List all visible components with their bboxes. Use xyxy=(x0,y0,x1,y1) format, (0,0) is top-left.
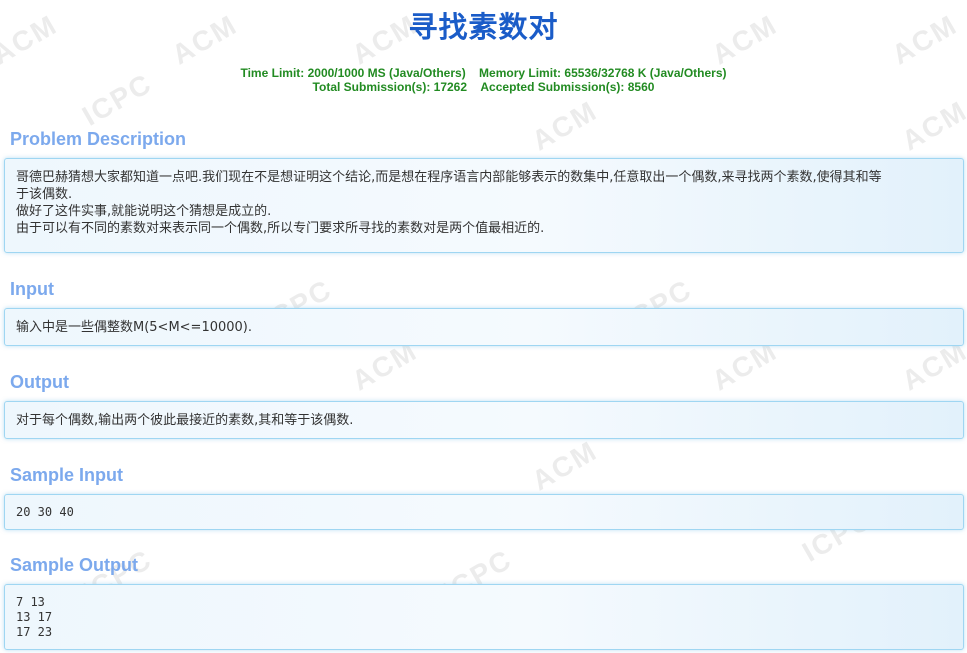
watermark-text: ACM xyxy=(526,434,603,497)
input-heading: Input xyxy=(10,279,54,299)
sample-output-line: 7 13 xyxy=(16,595,45,609)
sample-output-panel: 7 13 13 17 17 23 xyxy=(4,584,964,650)
input-panel: 输入中是一些偶整数M(5<M<=10000). xyxy=(4,308,964,346)
sample-output-line: 17 23 xyxy=(16,625,53,639)
sample-input-panel: 20 30 40 xyxy=(4,494,964,530)
problem-description-heading: Problem Description xyxy=(10,129,187,149)
description-line: 由于可以有不同的素数对来表示同一个偶数,所以专门要求所寻找的素数对是两个值最相近… xyxy=(16,221,545,236)
problem-title: 寻找素数对 xyxy=(408,10,559,44)
description-line: 做好了这件实事,就能说明这个猜想是成立的. xyxy=(16,204,272,219)
sample-input-line: 20 30 40 xyxy=(16,505,74,519)
watermark-text: ACM xyxy=(526,94,603,157)
accepted-submissions: Accepted Submission(s): 8560 xyxy=(480,80,655,94)
output-panel: 对于每个偶数,输出两个彼此最接近的素数,其和等于该偶数. xyxy=(4,401,964,439)
watermark-text: ACM xyxy=(896,94,967,157)
output-line: 对于每个偶数,输出两个彼此最接近的素数,其和等于该偶数. xyxy=(16,413,354,428)
sample-output-line: 13 17 xyxy=(16,610,53,624)
total-submissions: Total Submission(s): 17262 xyxy=(312,80,468,94)
problem-description-panel: 哥德巴赫猜想大家都知道一点吧.我们现在不是想证明这个结论,而是想在程序语言内部能… xyxy=(4,158,964,253)
description-line: 于该偶数. xyxy=(16,187,73,202)
limits-line: Time Limit: 2000/1000 MS (Java/Others) M… xyxy=(0,66,967,80)
sample-output-heading: Sample Output xyxy=(10,555,139,575)
memory-limit: Memory Limit: 65536/32768 K (Java/Others… xyxy=(479,66,727,80)
time-limit: Time Limit: 2000/1000 MS (Java/Others) xyxy=(240,66,466,80)
description-line: 哥德巴赫猜想大家都知道一点吧.我们现在不是想证明这个结论,而是想在程序语言内部能… xyxy=(16,170,882,185)
submissions-line: Total Submission(s): 17262 Accepted Subm… xyxy=(0,80,967,94)
output-heading: Output xyxy=(10,372,69,392)
input-line: 输入中是一些偶整数M(5<M<=10000). xyxy=(16,320,253,335)
sample-input-heading: Sample Input xyxy=(10,465,124,485)
problem-limits: Time Limit: 2000/1000 MS (Java/Others) M… xyxy=(0,66,967,94)
